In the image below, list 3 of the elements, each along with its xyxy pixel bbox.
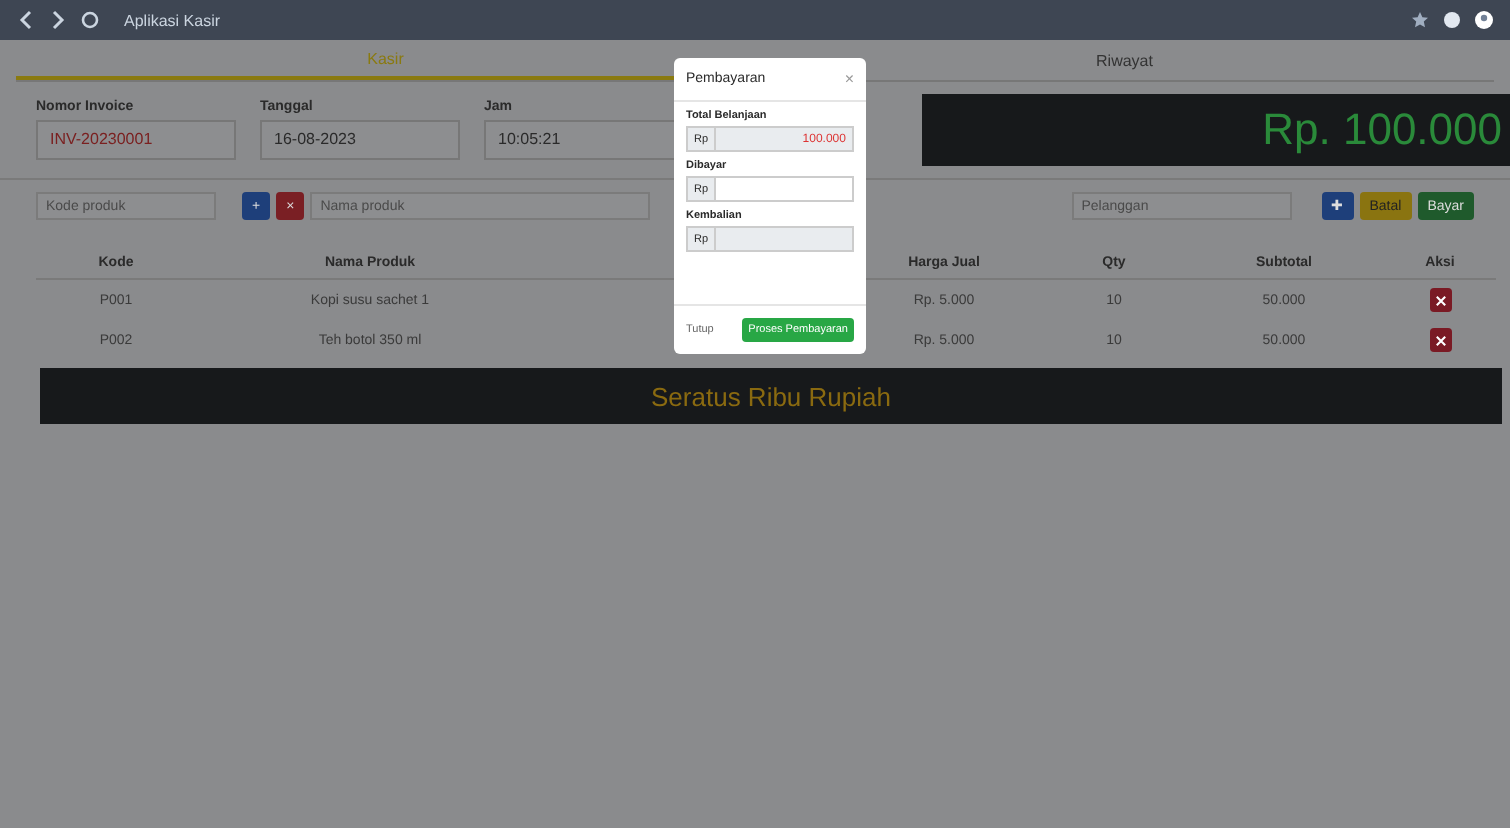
total-display: Rp. 100.000 bbox=[922, 94, 1510, 166]
amount-in-words: Seratus Ribu Rupiah bbox=[651, 381, 891, 411]
page-title: Aplikasi Kasir bbox=[124, 11, 221, 29]
